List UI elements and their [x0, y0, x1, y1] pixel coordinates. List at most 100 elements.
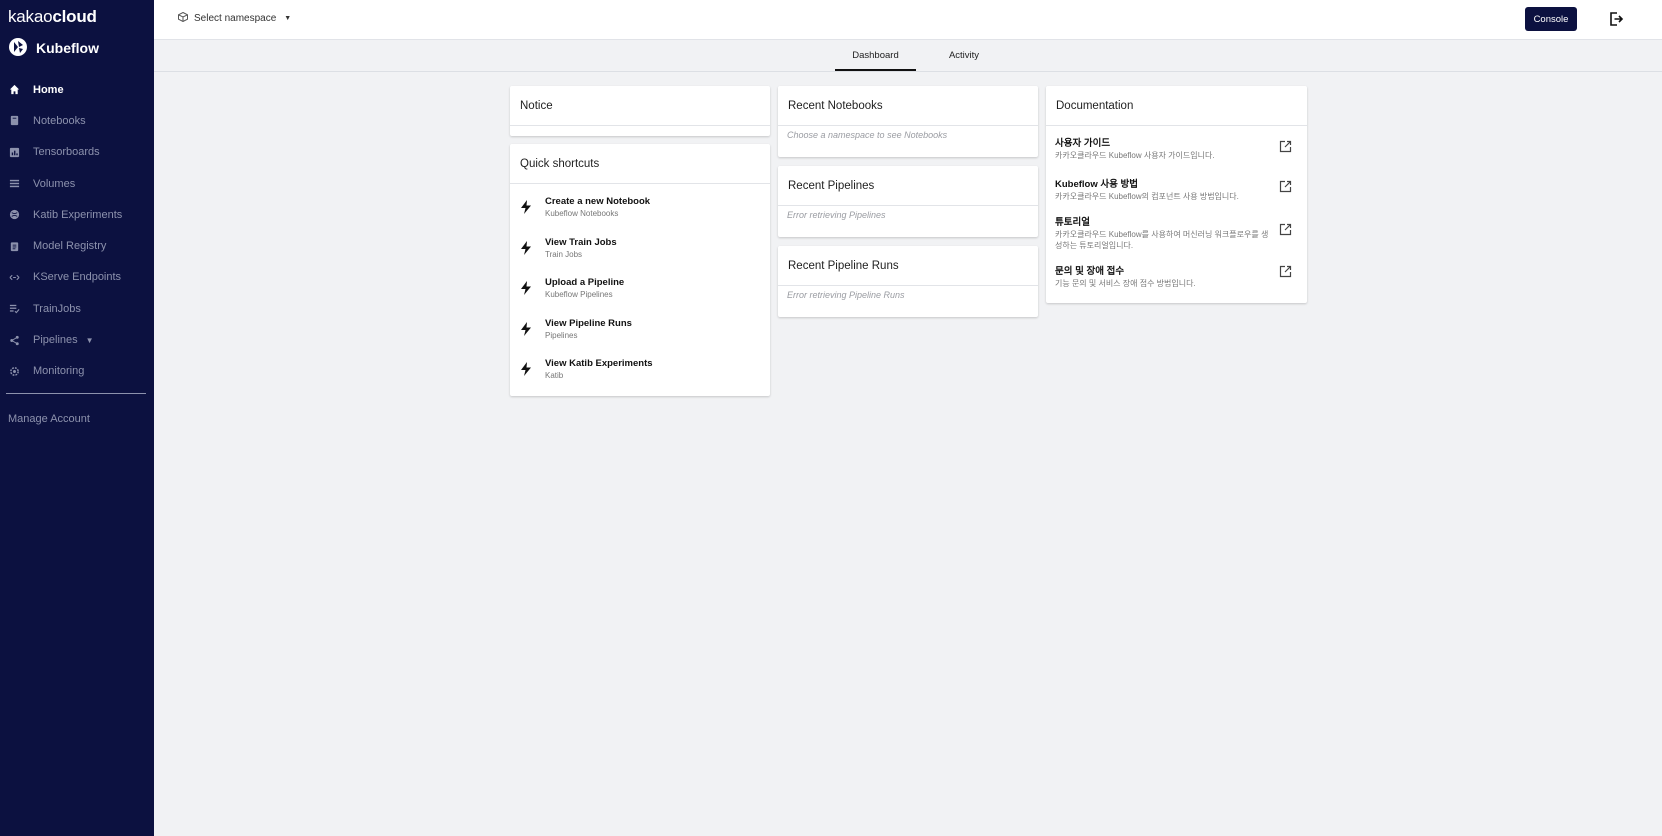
shortcut-view-train-jobs[interactable]: View Train Jobs Train Jobs: [510, 229, 770, 270]
quick-shortcuts-card: Quick shortcuts Create a new Notebook Ku…: [510, 144, 770, 396]
globe-icon: [9, 209, 20, 220]
shortcut-view-katib-experiments[interactable]: View Katib Experiments Katib: [510, 350, 770, 391]
doc-subtitle: 기능 문의 및 서비스 장애 접수 방법입니다.: [1055, 279, 1196, 288]
brand-light: kakao: [8, 7, 53, 26]
tab-bar: Dashboard Activity: [154, 40, 1662, 72]
sidebar-item-label: Pipelines: [33, 334, 78, 347]
home-icon: [9, 84, 20, 95]
shortcut-title: View Train Jobs: [545, 236, 617, 248]
chevron-down-icon: ▼: [85, 335, 94, 345]
shortcut-title: Create a new Notebook: [545, 196, 651, 207]
chevron-down-icon: ▼: [284, 15, 292, 22]
sidebar-item-label: KServe Endpoints: [33, 271, 122, 284]
sidebar-item-tensorboards[interactable]: Tensorboards: [0, 137, 154, 168]
bolt-icon: [521, 240, 531, 255]
bolt-icon: [521, 362, 531, 376]
logout-icon[interactable]: [1608, 11, 1624, 27]
sidebar-item-volumes[interactable]: Volumes: [0, 168, 154, 199]
shortcut-create-notebook[interactable]: Create a new Notebook Kubeflow Notebooks: [510, 188, 770, 229]
shortcut-subtitle: Train Jobs: [545, 249, 583, 259]
tab-dashboard[interactable]: Dashboard: [835, 50, 916, 61]
tab-activity[interactable]: Activity: [934, 50, 994, 61]
sidebar-item-label: Model Registry: [33, 240, 107, 253]
shortcut-subtitle: Katib: [545, 371, 564, 380]
shortcut-title: View Pipeline Runs: [545, 317, 632, 329]
product-name: Kubeflow: [36, 40, 99, 56]
documentation-card: Documentation 사용자 가이드 카카오클라우드 Kubeflow 사…: [1046, 86, 1307, 303]
card-title: Recent Notebooks: [778, 86, 1038, 126]
sidebar-item-model-registry[interactable]: Model Registry: [0, 230, 154, 261]
kubeflow-logo[interactable]: Kubeflow: [8, 37, 99, 59]
doc-item-how-to-use[interactable]: Kubeflow 사용 방법 카카오클라우드 Kubeflow의 컴포넌트 사용…: [1046, 176, 1307, 203]
sidebar-item-pipelines[interactable]: Pipelines ▼: [0, 324, 154, 355]
sidebar-item-label: Katib Experiments: [33, 208, 123, 221]
top-header: Select namespace ▼ Console: [154, 0, 1662, 40]
doc-item-support[interactable]: 문의 및 장애 접수 기능 문의 및 서비스 장애 접수 방법입니다.: [1046, 263, 1307, 290]
gear-icon: [9, 366, 20, 377]
shortcut-title: Upload a Pipeline: [545, 277, 625, 288]
doc-title: Kubeflow 사용 방법: [1055, 179, 1138, 190]
doc-subtitle: 카카오클라우드 Kubeflow의 컴포넌트 사용 방법입니다.: [1055, 192, 1239, 201]
sidebar-item-label: Home: [33, 83, 64, 96]
notice-card: Notice: [510, 86, 770, 136]
namespace-label: Select namespace: [194, 13, 277, 24]
shortcut-title: View Katib Experiments: [545, 358, 653, 369]
card-title: Recent Pipeline Runs: [778, 246, 1038, 286]
console-button[interactable]: Console: [1525, 7, 1577, 31]
arrows-icon: [9, 272, 20, 283]
shortcut-subtitle: Pipelines: [545, 330, 578, 340]
external-link-icon: [1279, 223, 1292, 236]
sidebar-item-label: Volumes: [33, 177, 76, 190]
external-link-icon: [1279, 265, 1292, 278]
recent-pipelines-card: Recent Pipelines Error retrieving Pipeli…: [778, 166, 1038, 237]
brand-bold: cloud: [52, 7, 97, 26]
external-link-icon: [1279, 180, 1292, 193]
share-icon: [9, 335, 20, 346]
external-link-icon: [1279, 140, 1292, 153]
doc-title: 사용자 가이드: [1055, 138, 1111, 149]
namespace-selector[interactable]: Select namespace ▼: [178, 11, 292, 25]
card-title: Notice: [510, 86, 770, 126]
chart-icon: [9, 147, 20, 158]
doc-item-user-guide[interactable]: 사용자 가이드 카카오클라우드 Kubeflow 사용자 가이드입니다.: [1046, 135, 1307, 162]
shortcut-view-pipeline-runs[interactable]: View Pipeline Runs Pipelines: [510, 310, 770, 351]
sidebar: kakaocloud Kubeflow Home Notebooks Tenso…: [0, 0, 154, 836]
doc-item-tutorial[interactable]: 튜토리얼 카카오클라우드 Kubeflow를 사용하여 머신러닝 워크플로우를 …: [1046, 214, 1307, 251]
active-tab-indicator: [835, 69, 916, 71]
kubeflow-icon: [8, 37, 28, 60]
recent-pipeline-runs-card: Recent Pipeline Runs Error retrieving Pi…: [778, 246, 1038, 317]
bolt-icon: [521, 281, 531, 295]
sidebar-item-monitoring[interactable]: Monitoring: [0, 356, 154, 387]
card-title: Quick shortcuts: [510, 144, 770, 184]
empty-message: Choose a namespace to see Notebooks: [787, 130, 948, 140]
list-icon: [9, 178, 20, 189]
shortcut-upload-pipeline[interactable]: Upload a Pipeline Kubeflow Pipelines: [510, 269, 770, 310]
recent-notebooks-card: Recent Notebooks Choose a namespace to s…: [778, 86, 1038, 157]
sidebar-item-label: Tensorboards: [33, 146, 100, 159]
clipboard-icon: [9, 241, 20, 252]
sidebar-item-katib-experiments[interactable]: Katib Experiments: [0, 199, 154, 230]
manage-account-link[interactable]: Manage Account: [8, 413, 90, 425]
kakaocloud-logo[interactable]: kakaocloud: [8, 7, 97, 27]
bolt-icon: [521, 321, 531, 336]
doc-subtitle: 카카오클라우드 Kubeflow를 사용하여 머신러닝 워크플로우를 생성하는 …: [1055, 230, 1269, 250]
sidebar-item-label: Monitoring: [33, 365, 85, 378]
sidebar-nav: Home Notebooks Tensorboards Volumes Kati…: [0, 74, 154, 387]
sidebar-item-label: Notebooks: [33, 114, 86, 127]
sidebar-item-home[interactable]: Home: [0, 74, 154, 105]
sidebar-item-kserve-endpoints[interactable]: KServe Endpoints: [0, 262, 154, 293]
error-message: Error retrieving Pipelines: [787, 210, 886, 220]
bolt-icon: [521, 200, 531, 214]
sidebar-item-notebooks[interactable]: Notebooks: [0, 105, 154, 136]
shortcut-subtitle: Kubeflow Pipelines: [545, 290, 613, 299]
doc-subtitle: 카카오클라우드 Kubeflow 사용자 가이드입니다.: [1055, 151, 1215, 160]
sidebar-item-label: TrainJobs: [33, 302, 81, 315]
card-title: Recent Pipelines: [778, 166, 1038, 206]
doc-title: 튜토리얼: [1055, 217, 1090, 228]
checklist-icon: [9, 303, 20, 314]
cube-icon: [178, 11, 188, 25]
doc-title: 문의 및 장애 접수: [1055, 266, 1125, 277]
shortcut-subtitle: Kubeflow Notebooks: [545, 209, 619, 218]
card-title: Documentation: [1046, 86, 1307, 126]
sidebar-item-trainjobs[interactable]: TrainJobs: [0, 293, 154, 324]
